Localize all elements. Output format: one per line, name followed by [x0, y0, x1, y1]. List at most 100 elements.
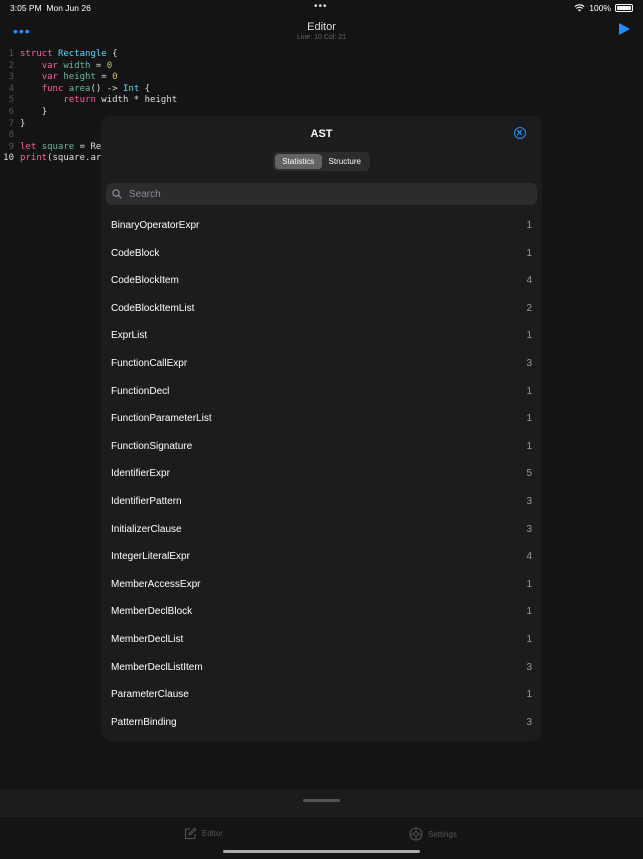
status-bar: 3:05 PM Mon Jun 26 ••• 100%	[0, 0, 643, 16]
node-count: 2	[526, 302, 532, 314]
list-item[interactable]: MemberDeclBlock 1	[101, 598, 542, 626]
panel-drag-area[interactable]	[0, 790, 643, 816]
list-item[interactable]: ExprList 1	[101, 322, 542, 350]
node-type-name: MemberDeclBlock	[111, 606, 193, 618]
ast-modal: AST Statistics Structure BinaryOperatorE…	[101, 116, 542, 741]
list-item[interactable]: CodeBlockItem 4	[101, 267, 542, 295]
node-type-name: MemberAccessExpr	[111, 578, 201, 590]
node-count: 1	[526, 220, 532, 231]
code-line: 10 print(square.ar	[0, 153, 101, 165]
node-count-list: BinaryOperatorExpr 1 CodeBlock 1 CodeBlockIt…	[101, 212, 542, 736]
code-line: 3 var height = 0	[0, 72, 118, 84]
code-token: var	[41, 72, 58, 83]
line-number: 2	[8, 60, 14, 71]
node-type-name: MemberDeclList	[111, 633, 184, 645]
code-token: struct	[20, 49, 53, 59]
gear-icon	[409, 827, 423, 841]
code-token: =	[95, 72, 113, 83]
code-token: square	[41, 141, 75, 152]
code-line: 9 let square = Re	[0, 141, 102, 154]
node-type-name: IdentifierPattern	[111, 495, 182, 507]
search-bar	[106, 183, 537, 205]
list-item[interactable]: MemberAccessExpr 1	[101, 571, 542, 599]
node-count: 1	[526, 689, 532, 701]
node-count: 1	[526, 633, 532, 645]
list-item[interactable]: MemberDeclList 1	[101, 626, 542, 654]
tab-settings[interactable]: Settings	[409, 827, 457, 841]
line-number: 1	[8, 49, 14, 59]
line-number: 5	[8, 95, 14, 106]
node-count: 1	[526, 330, 532, 342]
battery-icon	[615, 4, 633, 12]
list-item[interactable]: FunctionParameterList 1	[101, 405, 542, 433]
tab-statistics[interactable]: Statistics	[275, 154, 322, 169]
node-type-name: FunctionCallExpr	[111, 357, 188, 369]
code-token: }	[41, 107, 48, 117]
code-line: 8	[0, 130, 20, 142]
code-token: return	[63, 95, 96, 106]
node-type-name: FunctionSignature	[111, 440, 193, 452]
list-item[interactable]: FunctionCallExpr 3	[101, 350, 542, 378]
code-token: let	[20, 141, 37, 152]
close-icon[interactable]	[514, 127, 526, 139]
line-number: 6	[8, 107, 14, 117]
drag-handle[interactable]	[303, 799, 340, 802]
node-type-name: IntegerLiteralExpr	[111, 551, 190, 563]
node-type-name: CodeBlock	[111, 247, 160, 259]
node-count: 1	[526, 385, 532, 397]
node-type-name: CodeBlockItem	[111, 275, 179, 287]
list-item[interactable]: CodeBlock 1	[101, 240, 542, 268]
node-type-name: MemberDeclListItem	[111, 661, 203, 673]
line-number: 3	[8, 72, 14, 83]
list-item[interactable]: IdentifierExpr 5	[101, 460, 542, 488]
search-icon	[112, 189, 122, 199]
nav-title: Editor	[307, 21, 336, 33]
node-count: 3	[526, 661, 532, 673]
node-type-name: CodeBlockItemList	[111, 302, 195, 314]
tab-editor[interactable]: Editor	[184, 827, 223, 840]
list-item[interactable]: FunctionSignature 1	[101, 433, 542, 461]
node-count: 3	[526, 357, 532, 369]
node-type-name: PatternBinding	[111, 716, 177, 728]
node-count: 4	[526, 275, 532, 287]
list-item[interactable]: IntegerLiteralExpr 4	[101, 543, 542, 571]
code-token: 0	[106, 60, 113, 71]
cursor-position: Line: 10 Col: 21	[296, 34, 347, 41]
code-token: {	[106, 49, 118, 59]
line-number: 8	[8, 130, 14, 141]
list-item[interactable]: IdentifierPattern 3	[101, 488, 542, 516]
search-input[interactable]	[129, 183, 529, 205]
code-token: Rectangle	[57, 49, 107, 59]
node-count: 5	[526, 468, 532, 480]
status-time: 3:05 PM	[10, 3, 42, 13]
list-item[interactable]: CodeBlockItemList 2	[101, 295, 542, 323]
code-token: {	[139, 83, 151, 94]
code-token: =	[90, 60, 107, 71]
code-line: 1 struct Rectangle {	[0, 49, 118, 61]
code-token: (square.ar	[47, 153, 102, 164]
list-item[interactable]: InitializerClause 3	[101, 516, 542, 544]
code-token: = Re	[74, 141, 102, 152]
node-count: 1	[526, 606, 532, 618]
tab-structure[interactable]: Structure	[322, 154, 369, 169]
list-item[interactable]: BinaryOperatorExpr 1	[101, 212, 542, 240]
code-line: 6 }	[0, 107, 48, 119]
list-item[interactable]: ParameterClause 1	[101, 681, 542, 709]
code-line: 2 var width = 0	[0, 60, 113, 73]
multitasking-dots[interactable]: •••	[314, 1, 328, 12]
play-icon[interactable]	[619, 23, 630, 35]
node-count: 1	[526, 247, 532, 259]
code-line: 4 func area() -> Int {	[0, 83, 151, 96]
list-item[interactable]: MemberDeclListItem 3	[101, 654, 542, 682]
modal-title: AST	[310, 128, 333, 140]
view-segmented-control: Statistics Structure	[273, 152, 370, 171]
battery-percent: 100%	[589, 3, 611, 13]
node-type-name: FunctionDecl	[111, 385, 170, 397]
compose-icon	[185, 827, 197, 839]
status-date: Mon Jun 26	[46, 3, 91, 13]
line-number: 9	[8, 141, 14, 152]
list-item[interactable]: PatternBinding 3	[101, 709, 542, 737]
node-count: 3	[526, 716, 532, 728]
code-token: height	[63, 72, 96, 83]
list-item[interactable]: FunctionDecl 1	[101, 378, 542, 406]
